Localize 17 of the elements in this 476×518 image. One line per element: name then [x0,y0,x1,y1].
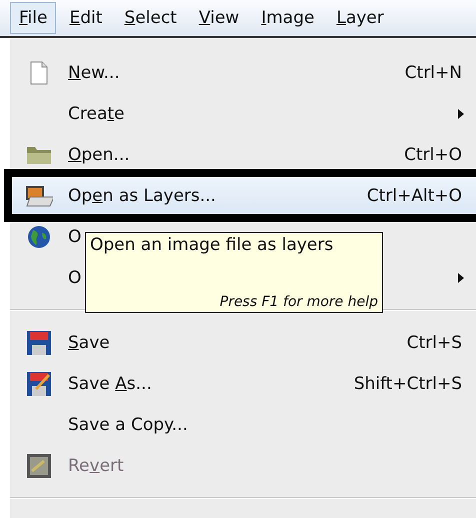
shortcut-label: Ctrl+Alt+O [366,186,463,206]
tooltip-hint: Press F1 for more help [220,294,378,310]
item-label: O [68,226,82,246]
shortcut-label: Ctrl+N [404,62,463,82]
shortcut-label: Ctrl+S [406,332,463,352]
item-label: Open... [68,144,130,164]
item-label: Revert [68,456,124,476]
item-label: Save [68,332,110,352]
item-label: O [68,268,82,288]
shortcut-label: Shift+Ctrl+S [354,374,463,394]
tooltip-text: Open an image file as layers [90,235,334,255]
item-label: Save As... [68,374,152,394]
item-label: New... [68,62,120,82]
item-label: Open as Layers... [68,186,216,206]
shortcut-label: Ctrl+O [404,144,463,164]
item-label: Save a Copy... [68,414,188,434]
item-label: Create [68,104,125,124]
